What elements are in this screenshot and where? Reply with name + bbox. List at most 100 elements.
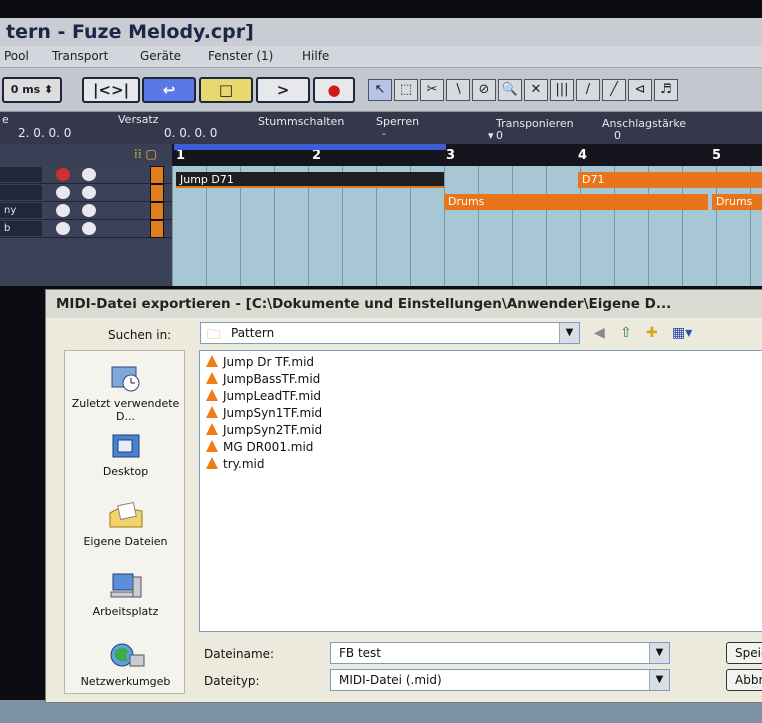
list-item[interactable]: JumpSyn2TF.mid: [206, 423, 322, 440]
scissors-tool-icon[interactable]: ✂: [420, 79, 444, 101]
ruler-mark-1: 1: [176, 148, 186, 163]
chevron-down-icon[interactable]: ▼: [649, 643, 669, 663]
filename-input[interactable]: FB test ▼: [330, 642, 670, 664]
menu-hilfe[interactable]: Hilfe: [302, 49, 329, 63]
filetype-label: Dateityp:: [204, 674, 260, 688]
play-button[interactable]: >: [256, 77, 310, 103]
place-network[interactable]: Netzwerkumgeb: [65, 641, 186, 688]
menu-fenster[interactable]: Fenster (1): [208, 49, 273, 63]
zoom-tool-icon[interactable]: 🔍: [498, 79, 522, 101]
folder-icon: 🗀: [207, 328, 221, 343]
menu-bar: Pool Transport Geräte Fenster (1) Hilfe: [0, 46, 762, 68]
look-in-select[interactable]: 🗀 Pattern ▼: [200, 322, 580, 344]
cancel-button[interactable]: Abbrechen: [726, 669, 762, 691]
midi-part[interactable]: Drums: [444, 194, 708, 210]
menu-transport[interactable]: Transport: [52, 49, 108, 63]
network-icon: [110, 643, 144, 667]
midi-part[interactable]: Drums: [712, 194, 762, 210]
filename-label: Dateiname:: [204, 647, 275, 661]
look-in-label: Suchen in:: [108, 328, 172, 342]
track-row[interactable]: b: [0, 220, 172, 238]
transpose-value[interactable]: 0: [496, 129, 503, 142]
arrange-area[interactable]: Jump D71 D71 Drums Drums: [172, 166, 762, 286]
loop-range[interactable]: [174, 144, 446, 150]
chevron-down-icon[interactable]: ▼: [559, 323, 579, 343]
draw-tool-icon[interactable]: /: [576, 79, 600, 101]
menu-geraete[interactable]: Geräte: [140, 49, 181, 63]
track-row[interactable]: [0, 166, 172, 184]
locate-button[interactable]: |<>|: [82, 77, 140, 103]
list-item[interactable]: JumpLeadTF.mid: [206, 389, 321, 406]
list-item[interactable]: MG DR001.mid: [206, 440, 313, 457]
list-item[interactable]: try.mid: [206, 457, 264, 474]
lock-value[interactable]: -: [382, 127, 386, 140]
track-row[interactable]: ny: [0, 202, 172, 220]
midi-part[interactable]: Jump D71: [176, 172, 444, 188]
midi-file-icon: [206, 457, 218, 469]
midi-part[interactable]: D71: [578, 172, 762, 188]
velocity-value[interactable]: 0: [614, 129, 621, 142]
info-value-left[interactable]: 2. 0. 0. 0: [18, 126, 71, 140]
filetype-select[interactable]: MIDI-Datei (.mid) ▼: [330, 669, 670, 691]
track-row[interactable]: [0, 184, 172, 202]
back-icon[interactable]: ◀: [594, 325, 605, 341]
speaker-tool-icon[interactable]: ⊲: [628, 79, 652, 101]
window-title: tern - Fuze Melody.cpr]: [0, 18, 762, 46]
level-meter: [150, 184, 164, 202]
track-controls-icon[interactable]: ⁞⁞ ▢: [134, 147, 157, 161]
file-name: JumpSyn2TF.mid: [223, 423, 323, 437]
place-desktop[interactable]: Desktop: [65, 431, 186, 478]
record-enable-icon[interactable]: [56, 204, 70, 217]
stop-button[interactable]: □: [199, 77, 253, 103]
place-my-computer[interactable]: Arbeitsplatz: [65, 571, 186, 618]
record-enable-icon[interactable]: [56, 222, 70, 235]
time-warp-tool-icon[interactable]: |||: [550, 79, 574, 101]
erase-tool-icon[interactable]: ⊘: [472, 79, 496, 101]
file-name: MG DR001.mid: [223, 440, 314, 454]
chevron-down-icon[interactable]: ▼: [649, 670, 669, 690]
level-meter: [150, 166, 164, 184]
ruler-mark-5: 5: [712, 148, 722, 163]
range-tool-icon[interactable]: ⬚: [394, 79, 418, 101]
save-button[interactable]: Speichern: [726, 642, 762, 664]
offset-value[interactable]: 0. 0. 0. 0: [164, 126, 217, 140]
place-recent[interactable]: Zuletzt verwendete D...: [65, 363, 186, 423]
file-name: Jump Dr TF.mid: [223, 355, 315, 369]
file-name: try.mid: [223, 457, 265, 471]
level-meter: [150, 202, 164, 220]
filename-value: FB test: [339, 646, 381, 660]
new-folder-icon[interactable]: ✚: [646, 325, 658, 341]
list-item[interactable]: JumpBassTF.mid: [206, 372, 320, 389]
view-menu-icon[interactable]: ▦▾: [672, 325, 692, 341]
up-folder-icon[interactable]: ⇧: [620, 325, 632, 341]
file-name: JumpSyn1TF.mid: [223, 406, 323, 420]
file-list[interactable]: Jump Dr TF.mid JumpBassTF.mid JumpLeadTF…: [199, 350, 762, 632]
file-name: JumpBassTF.mid: [223, 372, 321, 386]
cycle-button[interactable]: ↩: [142, 77, 196, 103]
time-field[interactable]: 0 ms ⬍: [2, 77, 62, 103]
transpose-arrow-icon: ▾: [488, 129, 494, 142]
info-line: e 2. 0. 0. 0 Versatz 0. 0. 0. 0 Stummsch…: [0, 112, 762, 144]
line-tool-icon[interactable]: ╱: [602, 79, 626, 101]
menu-pool[interactable]: Pool: [4, 49, 29, 63]
record-enable-icon[interactable]: [56, 186, 70, 199]
record-button[interactable]: ●: [313, 77, 355, 103]
monitor-icon[interactable]: [82, 204, 96, 217]
mute-tool-icon[interactable]: ✕: [524, 79, 548, 101]
ruler-mark-3: 3: [446, 148, 456, 163]
desktop-icon: [112, 434, 139, 458]
list-item[interactable]: JumpSyn1TF.mid: [206, 406, 322, 423]
monitor-icon[interactable]: [82, 168, 96, 181]
midi-file-icon: [206, 372, 218, 384]
glue-tool-icon[interactable]: ∖: [446, 79, 470, 101]
timeline-ruler[interactable]: 1 2 3 4 5: [172, 144, 762, 166]
place-my-documents[interactable]: Eigene Dateien: [65, 501, 186, 548]
monitor-icon[interactable]: [82, 186, 96, 199]
midi-file-icon: [206, 406, 218, 418]
list-item[interactable]: Jump Dr TF.mid: [206, 355, 314, 372]
monitor-icon[interactable]: [82, 222, 96, 235]
look-in-value: Pattern: [231, 326, 275, 340]
arrow-tool-icon[interactable]: ↖: [368, 79, 392, 101]
snap-tool-icon[interactable]: ♬: [654, 79, 678, 101]
record-enable-icon[interactable]: [56, 168, 70, 181]
